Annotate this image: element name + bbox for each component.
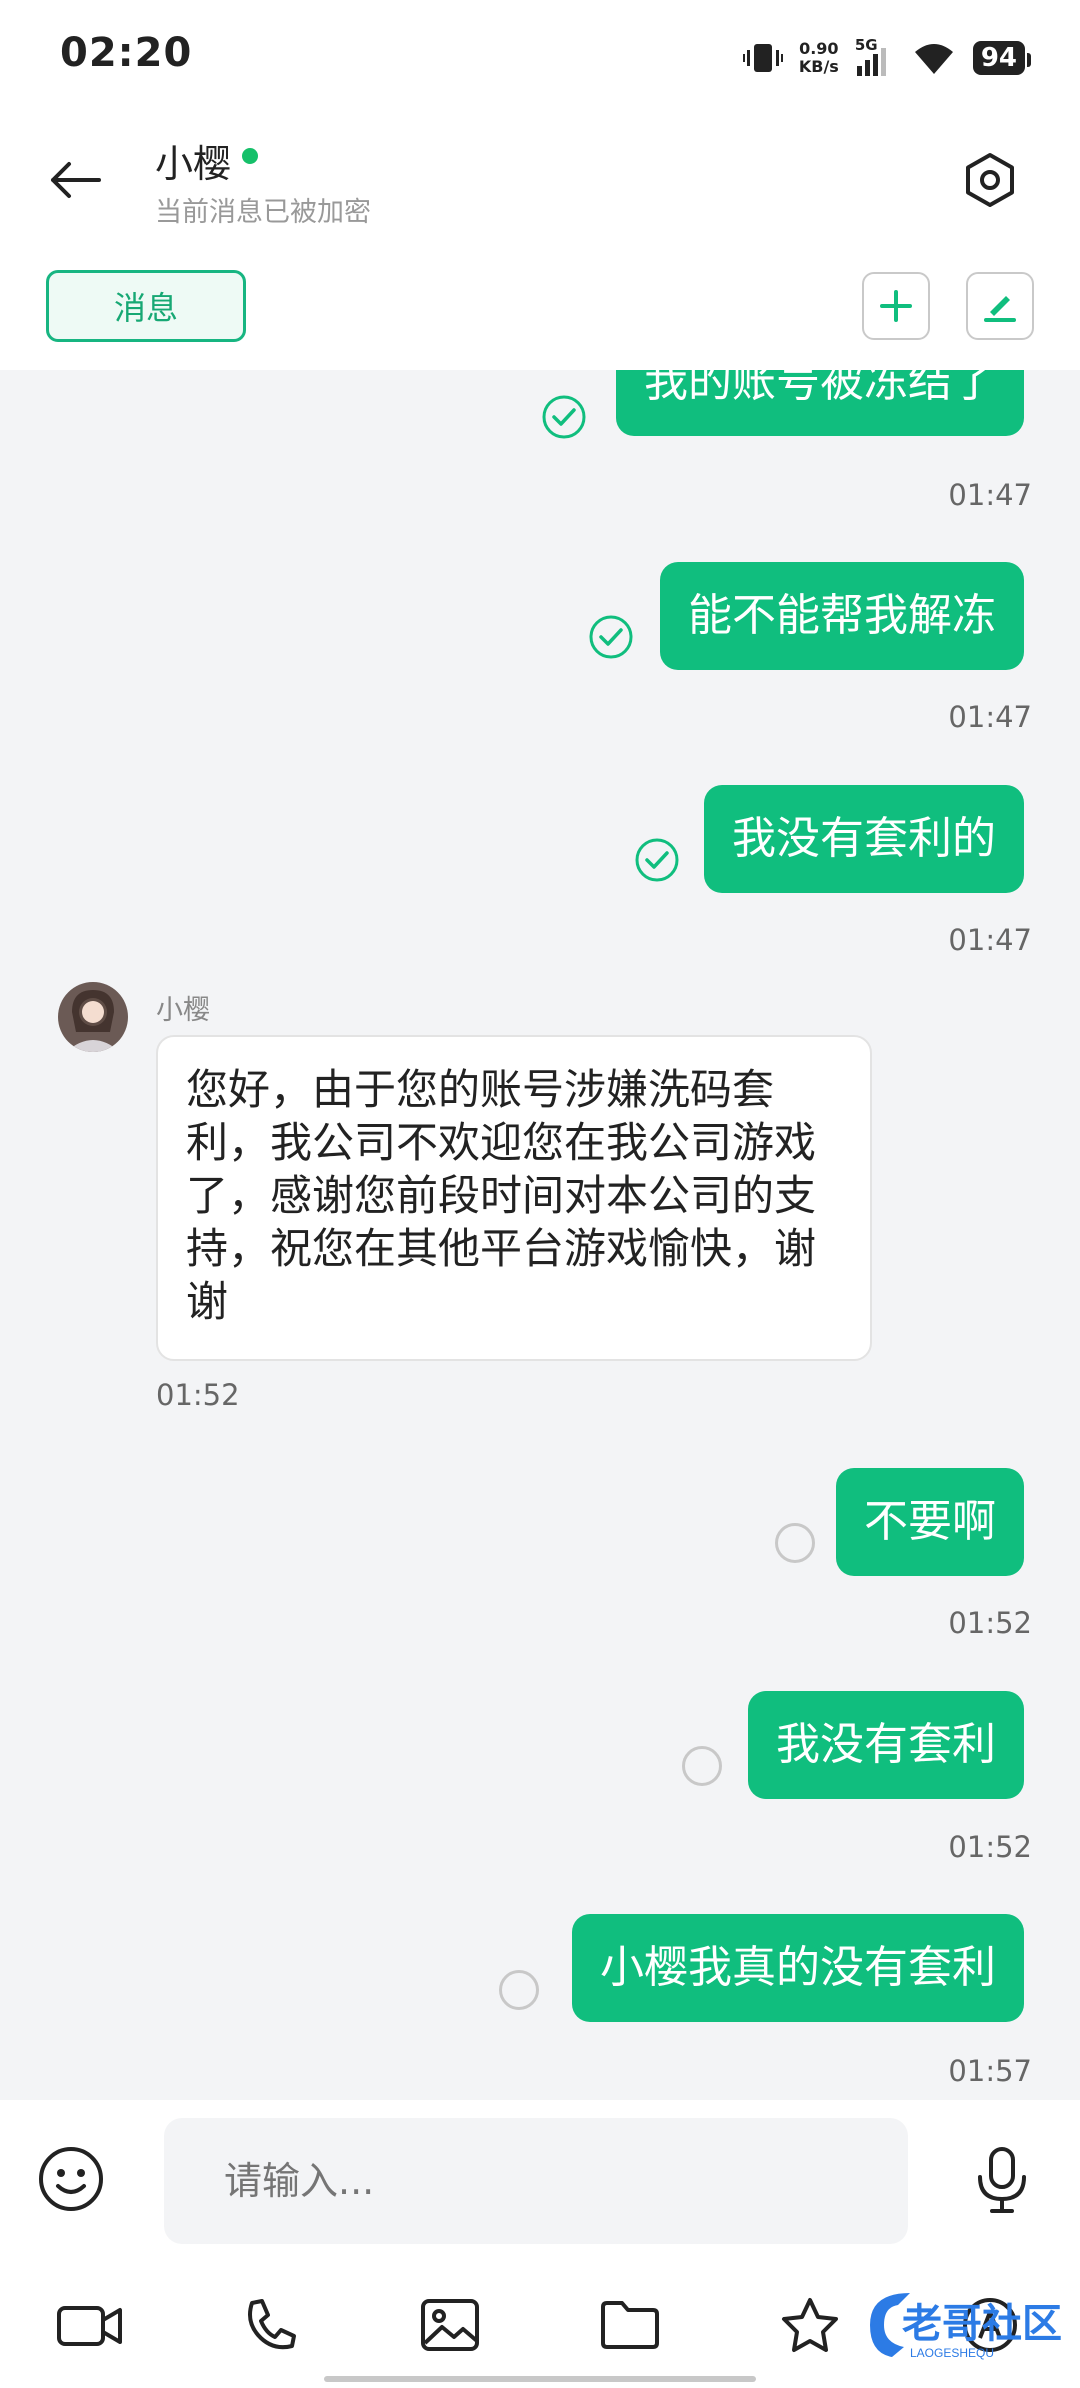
wifi-icon	[914, 44, 953, 74]
pending-status-icon	[499, 1970, 539, 2010]
vibrate-icon	[742, 44, 783, 72]
watermark-logo: 老哥社区 LAOGESHEQU	[840, 2285, 1070, 2365]
chat-header: 小樱 当前消息已被加密 消息	[0, 115, 1080, 370]
signal-icon: 5G	[855, 36, 895, 78]
status-time: 02:20	[60, 30, 193, 76]
online-status-dot	[242, 148, 258, 164]
image-icon	[421, 2299, 479, 2351]
home-indicator[interactable]	[324, 2376, 756, 2382]
net-speed-value: 0.90	[799, 39, 839, 58]
message-time: 01:52	[948, 1606, 1032, 1640]
message-time: 01:47	[948, 700, 1032, 734]
message-time: 01:52	[156, 1378, 240, 1412]
message-time: 01:47	[948, 478, 1032, 512]
contact-avatar[interactable]	[58, 982, 128, 1052]
pending-status-icon	[682, 1746, 722, 1786]
pending-status-icon	[775, 1523, 815, 1563]
battery-indicator: 94	[972, 41, 1032, 75]
video-call-button[interactable]	[55, 2290, 125, 2360]
outgoing-message-bubble[interactable]: 小樱我真的没有套利	[572, 1914, 1024, 2022]
favorite-button[interactable]	[775, 2290, 845, 2360]
edit-button[interactable]	[966, 272, 1034, 340]
status-bar: 02:20 0.90 KB/s 5G 94	[0, 0, 1080, 115]
voice-call-button[interactable]	[235, 2290, 305, 2360]
status-icons: 0.90 KB/s 5G 94	[742, 36, 1032, 80]
tab-messages[interactable]: 消息	[46, 270, 246, 342]
net-speed-unit: KB/s	[798, 57, 839, 76]
outgoing-message-bubble[interactable]: 我没有套利的	[704, 785, 1024, 893]
encryption-note: 当前消息已被加密	[155, 197, 371, 228]
outgoing-message-bubble[interactable]: 不要啊	[836, 1468, 1024, 1576]
outgoing-message-bubble[interactable]: 我没有套利	[748, 1691, 1024, 1799]
sender-name: 小樱	[156, 995, 210, 1026]
message-time: 01:47	[948, 923, 1032, 957]
contact-name: 小樱	[155, 142, 232, 186]
phone-icon	[248, 2299, 296, 2350]
folder-icon	[601, 2301, 659, 2349]
arrow-left-icon	[51, 162, 101, 198]
emoji-icon[interactable]	[38, 2146, 104, 2212]
outgoing-message-bubble[interactable]: 我的账号被冻结了	[616, 370, 1024, 436]
message-time: 01:57	[948, 2054, 1032, 2088]
settings-button[interactable]	[955, 145, 1025, 215]
plus-icon	[880, 290, 912, 322]
read-check-icon	[635, 838, 679, 882]
settings-hexagon-icon	[966, 153, 1014, 207]
video-camera-icon	[57, 2306, 122, 2346]
network-speed: 0.90 KB/s	[799, 40, 839, 76]
add-button[interactable]	[862, 272, 930, 340]
back-button[interactable]	[40, 145, 110, 215]
watermark-text: 老哥社区	[902, 2302, 1062, 2346]
pen-icon	[984, 296, 1016, 322]
image-button[interactable]	[415, 2290, 485, 2360]
star-icon	[782, 2298, 838, 2352]
message-list[interactable]: 我的账号被冻结了 01:47 能不能帮我解冻 01:47 我没有套利的 01:4…	[0, 370, 1080, 2100]
read-check-icon	[542, 395, 586, 439]
file-button[interactable]	[595, 2290, 665, 2360]
incoming-message-bubble[interactable]: 您好，由于您的账号涉嫌洗码套利，我公司不欢迎您在我公司游戏了，感谢您前段时间对本…	[156, 1035, 872, 1361]
message-time: 01:52	[948, 1830, 1032, 1864]
microphone-icon[interactable]	[972, 2145, 1032, 2215]
outgoing-message-bubble[interactable]: 能不能帮我解冻	[660, 562, 1024, 670]
watermark-subtext: LAOGESHEQU	[910, 2346, 994, 2360]
message-input[interactable]	[164, 2118, 908, 2244]
read-check-icon	[589, 615, 633, 659]
